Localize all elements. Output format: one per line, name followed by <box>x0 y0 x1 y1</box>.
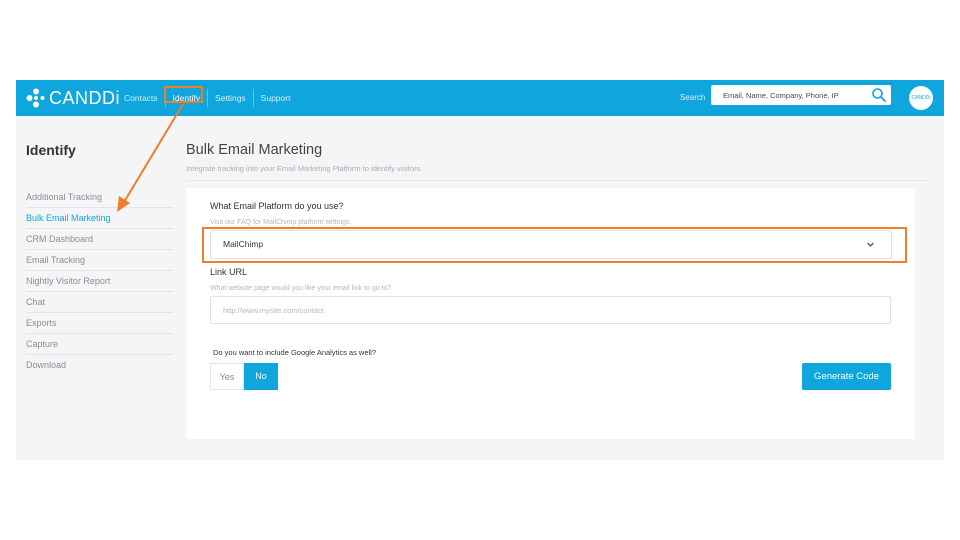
page-subtitle: Integrate tracking into your Email Marke… <box>186 164 421 173</box>
logo-icon <box>26 88 45 108</box>
top-navigation-bar: CANDDi Contacts Identify Settings Suppor… <box>16 80 944 116</box>
generate-code-button[interactable]: Generate Code <box>802 363 891 390</box>
app-window: CANDDi Contacts Identify Settings Suppor… <box>16 80 944 460</box>
nav-settings[interactable]: Settings <box>206 89 253 107</box>
search-box <box>711 85 891 105</box>
chevron-down-icon <box>867 242 874 247</box>
avatar[interactable]: CANDDi <box>909 86 933 110</box>
search-input[interactable] <box>711 86 868 104</box>
divider <box>186 180 931 181</box>
ga-no-button[interactable]: No <box>244 363 278 390</box>
link-url-label: Link URL <box>210 267 248 277</box>
sidebar-menu: Additional Tracking Bulk Email Marketing… <box>26 187 173 375</box>
main-nav: Contacts Identify Settings Support <box>117 80 297 116</box>
link-url-hint: What website page would you like your em… <box>210 285 392 292</box>
platform-question: What Email Platform do you use? <box>210 201 344 211</box>
sidebar-title: Identify <box>26 142 76 158</box>
sidebar-item-email-tracking[interactable]: Email Tracking <box>26 250 173 271</box>
nav-identify[interactable]: Identify <box>164 89 207 107</box>
sidebar-item-crm-dashboard[interactable]: CRM Dashboard <box>26 229 173 250</box>
settings-card: What Email Platform do you use? Visit ou… <box>186 188 915 439</box>
search-label: Search <box>680 93 706 102</box>
canddi-logo[interactable]: CANDDi <box>26 86 120 110</box>
sidebar-item-exports[interactable]: Exports <box>26 313 173 334</box>
sidebar-item-chat[interactable]: Chat <box>26 292 173 313</box>
platform-hint[interactable]: Visit our FAQ for MailChimp platform set… <box>210 219 351 226</box>
nav-contacts[interactable]: Contacts <box>117 89 165 107</box>
link-url-input[interactable] <box>210 296 891 324</box>
page-title: Bulk Email Marketing <box>186 142 323 158</box>
sidebar-item-capture[interactable]: Capture <box>26 334 173 355</box>
sidebar-item-nightly-visitor-report[interactable]: Nightly Visitor Report <box>26 271 173 292</box>
sidebar-item-download[interactable]: Download <box>26 355 173 375</box>
ga-yes-button[interactable]: Yes <box>210 363 244 390</box>
sidebar-item-additional-tracking[interactable]: Additional Tracking <box>26 187 173 208</box>
nav-support[interactable]: Support <box>252 89 298 107</box>
google-analytics-toggle: Yes No <box>210 363 278 390</box>
google-analytics-question: Do you want to include Google Analytics … <box>213 348 377 357</box>
email-platform-selected-value: MailChimp <box>223 239 264 249</box>
avatar-text: CANDDi <box>911 95 931 101</box>
email-platform-select[interactable]: MailChimp <box>210 230 892 259</box>
search-icon[interactable] <box>871 87 887 103</box>
sidebar-item-bulk-email-marketing[interactable]: Bulk Email Marketing <box>26 208 173 229</box>
logo-text: CANDDi <box>49 87 121 108</box>
